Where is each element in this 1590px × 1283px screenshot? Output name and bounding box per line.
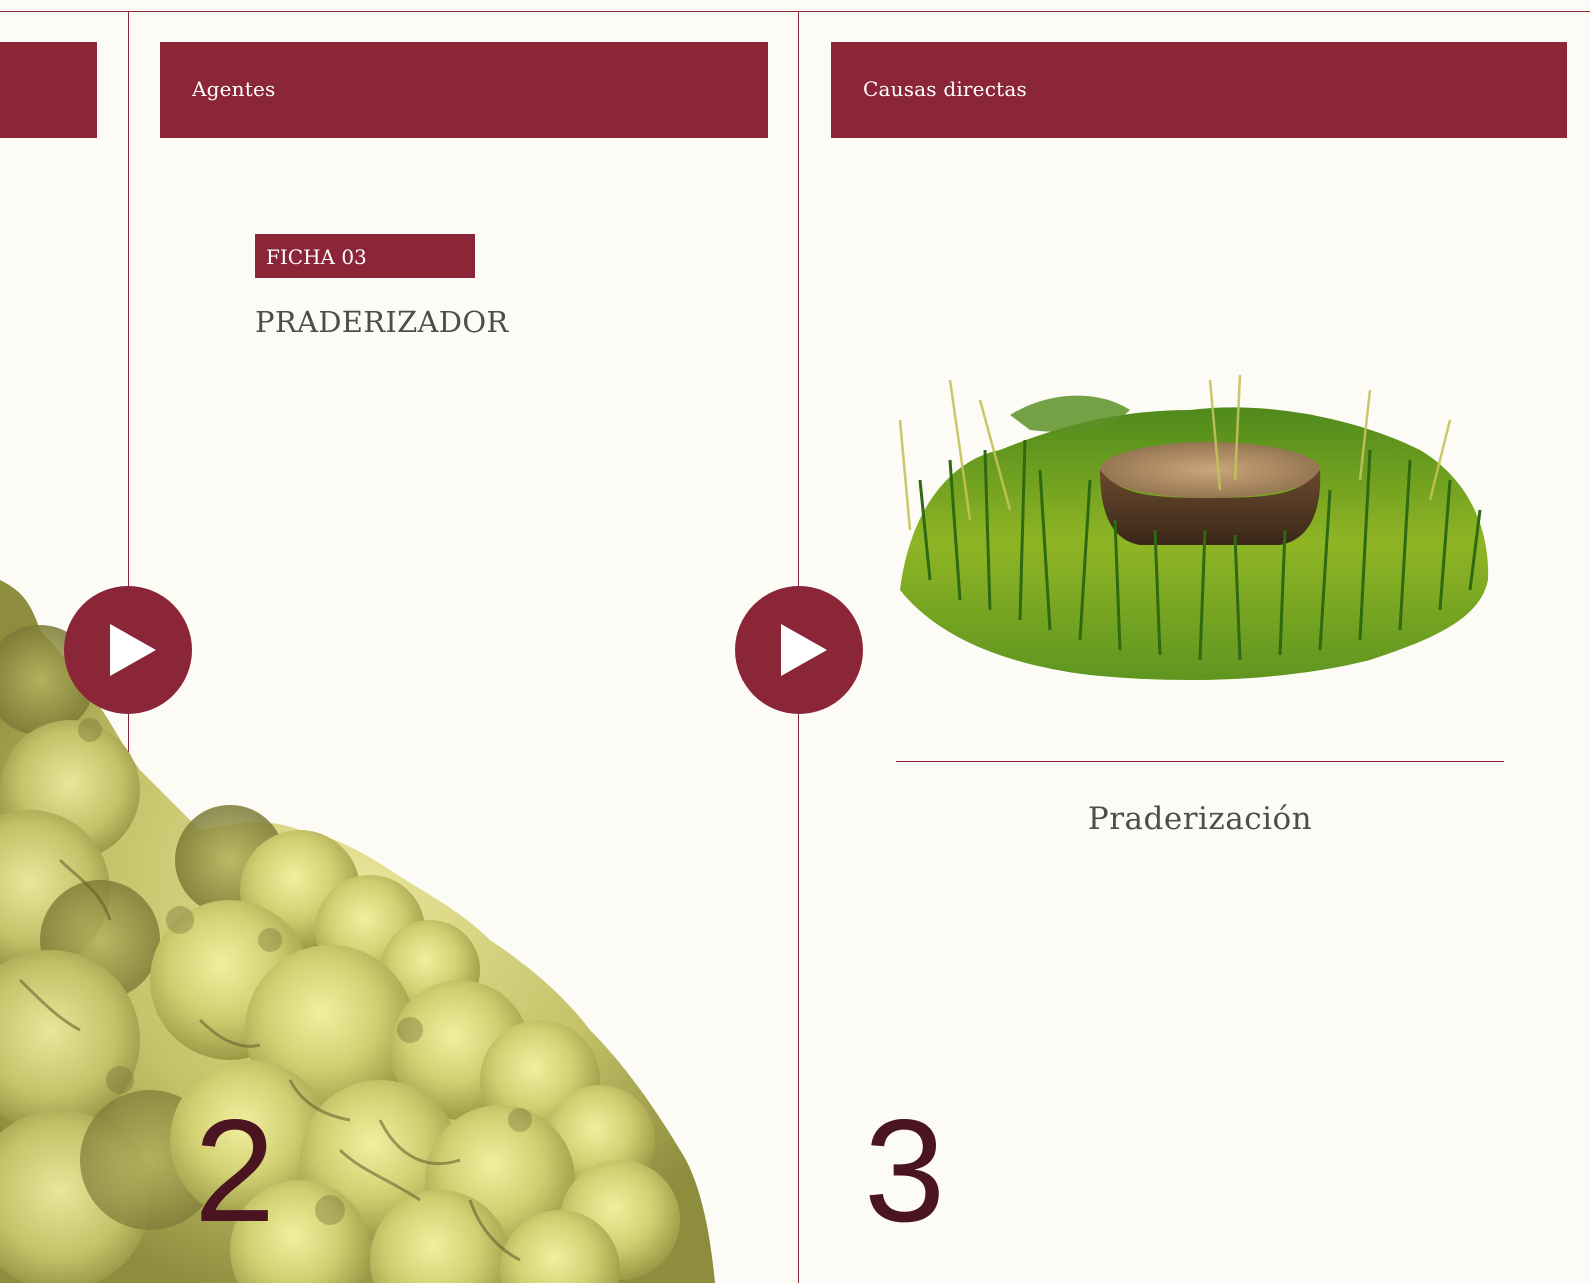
caption-divider <box>896 761 1504 762</box>
play-icon <box>781 624 827 676</box>
ficha-label: FICHA 03 <box>266 245 367 269</box>
play-button-right[interactable] <box>735 586 863 714</box>
page-number-left: 2 <box>194 1089 276 1252</box>
image-caption: Praderización <box>1087 801 1313 837</box>
top-divider <box>0 11 1590 12</box>
header-label-causas: Causas directas <box>863 77 1027 101</box>
play-icon <box>110 624 156 676</box>
page-number-right: 3 <box>864 1089 946 1252</box>
ficha-title: PRADERIZADOR <box>255 305 509 339</box>
play-button-left[interactable] <box>64 586 192 714</box>
header-bar-partial <box>0 42 97 138</box>
header-label-agentes: Agentes <box>192 77 276 101</box>
stump-grass-illustration <box>898 374 1489 680</box>
